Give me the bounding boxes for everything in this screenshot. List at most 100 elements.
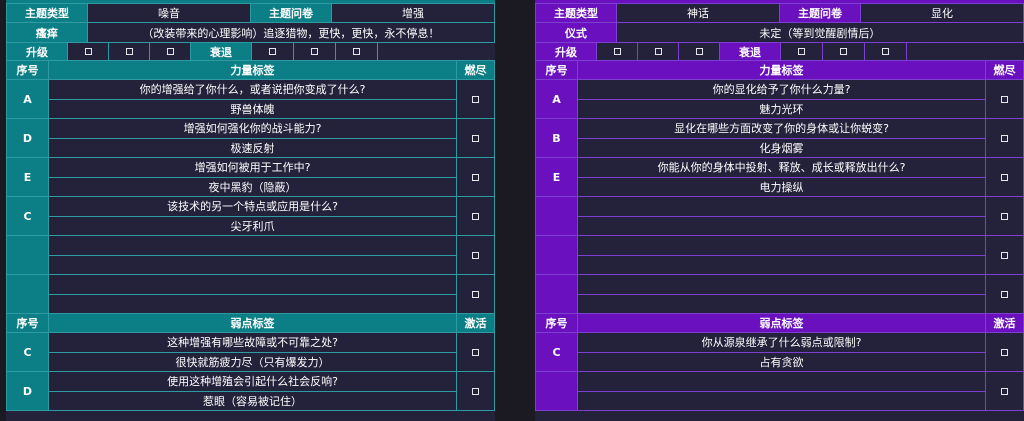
power-tag-answer[interactable]: 化身烟雾 xyxy=(577,137,986,158)
active-checkbox[interactable] xyxy=(985,371,1024,411)
power-tag-answer[interactable]: 尖牙利爪 xyxy=(48,215,457,236)
weakness-tag-question: 你从源泉继承了什么弱点或限制? xyxy=(577,332,986,353)
mystery-label: 瘙痒 xyxy=(6,22,88,43)
burned-checkbox[interactable] xyxy=(985,118,1024,158)
decline-checkbox-3[interactable] xyxy=(864,42,907,61)
weakness-col-id: 序号 xyxy=(6,313,49,333)
theme-card-left: 主题类型 噪音 主题问卷 增强 瘙痒 （改装带来的心理影响）追逐猎物，更快，更快… xyxy=(6,0,495,421)
decline-checkbox-1[interactable] xyxy=(780,42,823,61)
upgrade-label: 升级 xyxy=(535,42,597,61)
theme-question-value[interactable]: 增强 xyxy=(331,3,495,23)
theme-type-value[interactable]: 神话 xyxy=(616,3,780,23)
power-tag-list: A 你的显化给予了你什么力量? 魅力光环 B 显化在哪些方面改变了你的身体或让你蜕… xyxy=(535,79,1024,314)
power-tag-answer[interactable]: 夜中黑豹（隐蔽） xyxy=(48,176,457,197)
theme-type-value[interactable]: 噪音 xyxy=(87,3,251,23)
power-tag-question: 增强如何强化你的战斗能力? xyxy=(48,118,457,139)
weakness-tag-question xyxy=(577,371,986,392)
burned-checkbox[interactable] xyxy=(985,79,1024,119)
power-tag-answer[interactable]: 魅力光环 xyxy=(577,98,986,119)
weakness-tag-question: 使用这种增殖会引起什么社会反响? xyxy=(48,371,457,392)
weakness-col-active: 激活 xyxy=(985,313,1024,333)
progress-row: 升级 衰退 xyxy=(535,42,1024,61)
upgrade-checkbox-1[interactable] xyxy=(67,42,109,61)
burned-checkbox[interactable] xyxy=(456,274,495,314)
decline-label: 衰退 xyxy=(190,42,252,61)
ritual-label: 仪式 xyxy=(535,22,617,43)
power-tag-answer[interactable] xyxy=(577,293,986,314)
decline-checkbox-1[interactable] xyxy=(251,42,294,61)
upgrade-checkbox-1[interactable] xyxy=(596,42,638,61)
burned-checkbox[interactable] xyxy=(456,79,495,119)
power-tag-row xyxy=(535,235,1024,275)
power-tag-row xyxy=(535,274,1024,314)
active-checkbox[interactable] xyxy=(985,332,1024,372)
upgrade-label: 升级 xyxy=(6,42,68,61)
power-tag-question xyxy=(577,274,986,295)
power-tag-answer[interactable] xyxy=(48,293,457,314)
power-tag-question: 你的增强给了你什么，或者说把你变成了什么? xyxy=(48,79,457,100)
active-checkbox[interactable] xyxy=(456,371,495,411)
weakness-tag-answer[interactable]: 很快就筋疲力尽（只有爆发力） xyxy=(48,351,457,372)
power-tag-answer[interactable] xyxy=(577,215,986,236)
burned-checkbox[interactable] xyxy=(985,274,1024,314)
burned-checkbox[interactable] xyxy=(456,196,495,236)
power-tag-row: C 该技术的另一个特点或应用是什么? 尖牙利爪 xyxy=(6,196,495,236)
weakness-tag-letter: D xyxy=(6,371,49,411)
decline-label: 衰退 xyxy=(719,42,781,61)
weakness-tag-row xyxy=(535,371,1024,411)
decline-checkbox-2[interactable] xyxy=(293,42,336,61)
theme-type-label: 主题类型 xyxy=(535,3,617,23)
weakness-col-id: 序号 xyxy=(535,313,578,333)
power-tag-answer[interactable] xyxy=(577,254,986,275)
decline-checkbox-3[interactable] xyxy=(335,42,378,61)
power-tag-answer[interactable]: 极速反射 xyxy=(48,137,457,158)
weakness-tag-letter: C xyxy=(535,332,578,372)
upgrade-checkbox-2[interactable] xyxy=(108,42,150,61)
power-tag-question xyxy=(577,196,986,217)
ritual-row: 仪式 未定（等到觉醒剧情后） xyxy=(535,22,1024,43)
power-tag-letter: A xyxy=(535,79,578,119)
burned-checkbox[interactable] xyxy=(985,235,1024,275)
burned-checkbox[interactable] xyxy=(456,235,495,275)
power-tags-header: 序号 力量标签 燃尽 xyxy=(6,60,495,80)
decline-checkbox-2[interactable] xyxy=(822,42,865,61)
power-tags-header: 序号 力量标签 燃尽 xyxy=(535,60,1024,80)
upgrade-checkbox-2[interactable] xyxy=(637,42,679,61)
power-tag-question: 你的显化给予了你什么力量? xyxy=(577,79,986,100)
burned-checkbox[interactable] xyxy=(985,196,1024,236)
burned-checkbox[interactable] xyxy=(985,157,1024,197)
active-checkbox[interactable] xyxy=(456,332,495,372)
power-tag-answer[interactable]: 野兽体魄 xyxy=(48,98,457,119)
weakness-tag-row: C 这种增强有哪些故障或不可靠之处? 很快就筋疲力尽（只有爆发力） xyxy=(6,332,495,372)
power-tag-row: A 你的增强给了你什么，或者说把你变成了什么? 野兽体魄 xyxy=(6,79,495,119)
ritual-value[interactable]: 未定（等到觉醒剧情后） xyxy=(615,22,1024,43)
power-tag-row: A 你的显化给予了你什么力量? 魅力光环 xyxy=(535,79,1024,119)
power-tag-row xyxy=(6,274,495,314)
burned-checkbox[interactable] xyxy=(456,157,495,197)
progress-row: 升级 衰退 xyxy=(6,42,495,61)
upgrade-checkbox-3[interactable] xyxy=(678,42,720,61)
power-tag-letter: B xyxy=(535,118,578,158)
weakness-tag-row: D 使用这种增殖会引起什么社会反响? 惹眼（容易被记住） xyxy=(6,371,495,411)
theme-question-value[interactable]: 显化 xyxy=(860,3,1024,23)
upgrade-checkbox-3[interactable] xyxy=(149,42,191,61)
mystery-value[interactable]: （改装带来的心理影响）追逐猎物，更快，更快，永不停息！ xyxy=(86,22,495,43)
power-tag-question xyxy=(577,235,986,256)
power-tag-question: 显化在哪些方面改变了你的身体或让你蜕变? xyxy=(577,118,986,139)
burned-checkbox[interactable] xyxy=(456,118,495,158)
power-tag-question xyxy=(48,235,457,256)
weakness-tags-header: 序号 弱点标签 激活 xyxy=(535,313,1024,333)
power-tag-row: D 增强如何强化你的战斗能力? 极速反射 xyxy=(6,118,495,158)
power-col-burned: 燃尽 xyxy=(985,60,1024,80)
power-tag-answer[interactable]: 电力操纵 xyxy=(577,176,986,197)
power-tag-letter: C xyxy=(6,196,49,236)
power-col-id: 序号 xyxy=(6,60,49,80)
weakness-tag-answer[interactable]: 占有贪欲 xyxy=(577,351,986,372)
power-tag-answer[interactable] xyxy=(48,254,457,275)
power-tag-row xyxy=(6,235,495,275)
power-tag-row: B 显化在哪些方面改变了你的身体或让你蜕变? 化身烟雾 xyxy=(535,118,1024,158)
weakness-tag-answer[interactable] xyxy=(577,390,986,411)
weakness-tag-letter xyxy=(535,371,578,411)
weakness-tag-answer[interactable]: 惹眼（容易被记住） xyxy=(48,390,457,411)
power-tag-list: A 你的增强给了你什么，或者说把你变成了什么? 野兽体魄 D 增强如何强化你的战斗… xyxy=(6,79,495,314)
